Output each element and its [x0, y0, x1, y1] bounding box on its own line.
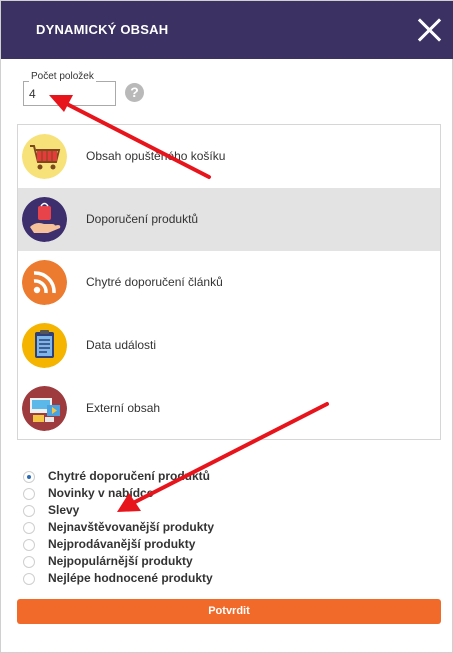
- option-label: Nejpopulárnější produkty: [48, 554, 193, 568]
- content-type-label: Data události: [86, 338, 157, 352]
- content-type-list: Obsah opuštěného košíku Doporučení produ…: [17, 124, 441, 440]
- option-label: Novinky v nabídce: [48, 486, 154, 500]
- radio-button[interactable]: [23, 539, 35, 551]
- item-count-input[interactable]: [23, 81, 116, 106]
- option-label: Slevy: [48, 503, 80, 517]
- question-circle-icon[interactable]: ?: [125, 83, 144, 102]
- option-most-visited[interactable]: Nejnavštěvovanější produkty: [23, 519, 283, 536]
- option-smart-recommendation[interactable]: Chytré doporučení produktů: [23, 468, 283, 485]
- close-icon[interactable]: [416, 17, 442, 43]
- clipboard-icon: [22, 323, 67, 368]
- option-label: Chytré doporučení produktů: [48, 469, 210, 483]
- option-top-rated[interactable]: Nejlépe hodnocené produkty: [23, 570, 283, 587]
- option-label: Nejlépe hodnocené produkty: [48, 571, 213, 585]
- dialog-header: DYNAMICKÝ OBSAH: [1, 1, 453, 59]
- content-type-smart-articles[interactable]: Chytré doporučení článků: [18, 251, 440, 314]
- content-type-event-data[interactable]: Data události: [18, 314, 440, 377]
- content-type-product-recommendation[interactable]: Doporučení produktů: [18, 188, 440, 251]
- radio-button[interactable]: [23, 573, 35, 585]
- radio-button[interactable]: [23, 556, 35, 568]
- option-new-arrivals[interactable]: Novinky v nabídce: [23, 485, 283, 502]
- shopping-cart-icon: [22, 134, 67, 179]
- dynamic-content-dialog: DYNAMICKÝ OBSAH Počet položek ? Obsa: [0, 0, 453, 653]
- radio-button[interactable]: [23, 522, 35, 534]
- content-type-abandoned-cart[interactable]: Obsah opuštěného košíku: [18, 125, 440, 188]
- content-type-label: Chytré doporučení článků: [86, 275, 223, 289]
- external-content-icon: [22, 386, 67, 431]
- option-label: Nejprodávanější produkty: [48, 537, 196, 551]
- content-type-label: Externí obsah: [86, 401, 161, 415]
- confirm-button[interactable]: Potvrdit: [17, 599, 441, 624]
- item-count-label: Počet položek: [29, 71, 96, 82]
- radio-button[interactable]: [23, 488, 35, 500]
- radio-button[interactable]: [23, 471, 35, 483]
- option-discounts[interactable]: Slevy: [23, 502, 283, 519]
- dialog-title: DYNAMICKÝ OBSAH: [36, 22, 169, 37]
- radio-button[interactable]: [23, 505, 35, 517]
- rss-icon: [22, 260, 67, 305]
- option-best-selling[interactable]: Nejprodávanější produkty: [23, 536, 283, 553]
- gift-hand-icon: [22, 197, 67, 242]
- content-type-label: Obsah opuštěného košíku: [86, 149, 226, 163]
- option-label: Nejnavštěvovanější produkty: [48, 520, 215, 534]
- option-most-popular[interactable]: Nejpopulárnější produkty: [23, 553, 283, 570]
- content-type-external[interactable]: Externí obsah: [18, 377, 440, 440]
- content-type-label: Doporučení produktů: [86, 212, 199, 226]
